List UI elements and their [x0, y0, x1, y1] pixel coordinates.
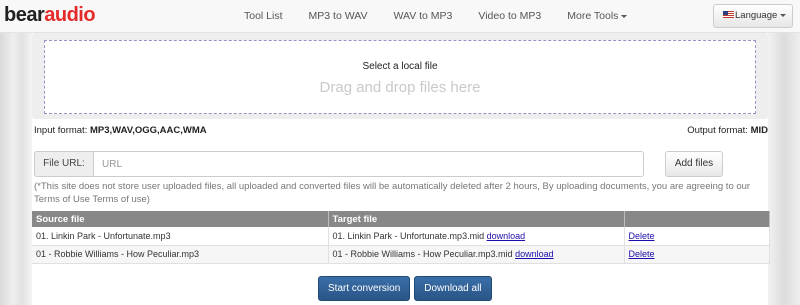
main-container: Select a local file Drag and drop files …: [32, 33, 770, 305]
file-url-input[interactable]: [93, 151, 644, 177]
input-format-value: MP3,WAV,OGG,AAC,WMA: [89, 125, 207, 136]
right-background-strip: [768, 33, 800, 305]
nav-video-to-mp3[interactable]: Video to MP3: [478, 0, 541, 33]
target-file-cell: 01. Linkin Park - Unfortunate.mp3.mid do…: [328, 227, 625, 246]
nav-wav-to-mp3[interactable]: WAV to MP3: [393, 0, 452, 33]
logo-text-bear: bear: [4, 4, 45, 26]
table-header-row: Source file Target file: [32, 211, 770, 227]
download-link[interactable]: download: [515, 249, 554, 259]
drop-wrapper: Select a local file Drag and drop files …: [32, 33, 768, 119]
file-drop-zone[interactable]: Select a local file Drag and drop files …: [44, 40, 756, 114]
input-format-label: Input format:: [34, 125, 88, 136]
table-row: 01 - Robbie Williams - How Peculiar.mp3 …: [32, 245, 770, 264]
download-link[interactable]: download: [487, 231, 526, 241]
header-target-file: Target file: [328, 211, 625, 227]
nav-links: Tool List MP3 to WAV WAV to MP3 Video to…: [244, 0, 653, 33]
privacy-notice: (*This site does not store user uploaded…: [34, 181, 751, 205]
start-conversion-button[interactable]: Start conversion: [318, 276, 411, 301]
header-actions: [624, 211, 770, 227]
navbar: bearaudio Tool List MP3 to WAV WAV to MP…: [0, 0, 800, 33]
output-format-label: Output format:: [687, 125, 748, 136]
logo-text-audio: audio: [44, 4, 96, 26]
input-format: Input format: MP3,WAV,OGG,AAC,WMA: [34, 125, 207, 136]
action-buttons: Start conversion Download all: [318, 276, 496, 301]
target-file-name: 01 - Robbie Williams - How Peculiar.mp3.…: [332, 249, 513, 259]
source-file-cell: 01. Linkin Park - Unfortunate.mp3: [32, 227, 329, 246]
left-background-strip: [0, 33, 32, 305]
target-file-name: 01. Linkin Park - Unfortunate.mp3.mid: [332, 230, 485, 241]
file-url-label: File URL:: [34, 151, 93, 177]
caret-down-icon: [621, 14, 628, 18]
more-tools-label: More Tools: [567, 10, 619, 22]
language-label: Language: [735, 10, 778, 21]
header-source-file: Source file: [32, 211, 329, 227]
nav-more-tools[interactable]: More Tools: [567, 0, 628, 33]
nav-mp3-to-wav[interactable]: MP3 to WAV: [309, 0, 368, 33]
bearaudio-logo[interactable]: bearaudio: [4, 4, 96, 26]
file-url-row: File URL: Add files: [34, 151, 766, 177]
caret-down-icon: [780, 13, 787, 17]
add-files-button[interactable]: Add files: [665, 151, 723, 177]
select-local-file[interactable]: Select a local file: [45, 61, 755, 72]
output-format: Output format: MID: [687, 125, 768, 136]
delete-link[interactable]: Delete: [629, 249, 655, 259]
nav-tool-list[interactable]: Tool List: [244, 0, 283, 33]
table-row: 01. Linkin Park - Unfortunate.mp3 01. Li…: [32, 227, 770, 246]
delete-cell: Delete: [624, 227, 770, 246]
source-file-cell: 01 - Robbie Williams - How Peculiar.mp3: [32, 245, 329, 264]
drag-drop-hint: Drag and drop files here: [319, 79, 481, 96]
download-all-button[interactable]: Download all: [414, 276, 492, 301]
output-format-value: MID: [750, 125, 768, 136]
target-file-cell: 01 - Robbie Williams - How Peculiar.mp3.…: [328, 245, 625, 264]
file-table: Source file Target file 01. Linkin Park …: [32, 211, 770, 264]
us-flag-icon: [723, 10, 734, 18]
language-button[interactable]: Language: [713, 4, 793, 28]
delete-link[interactable]: Delete: [629, 231, 655, 241]
delete-cell: Delete: [624, 245, 770, 264]
